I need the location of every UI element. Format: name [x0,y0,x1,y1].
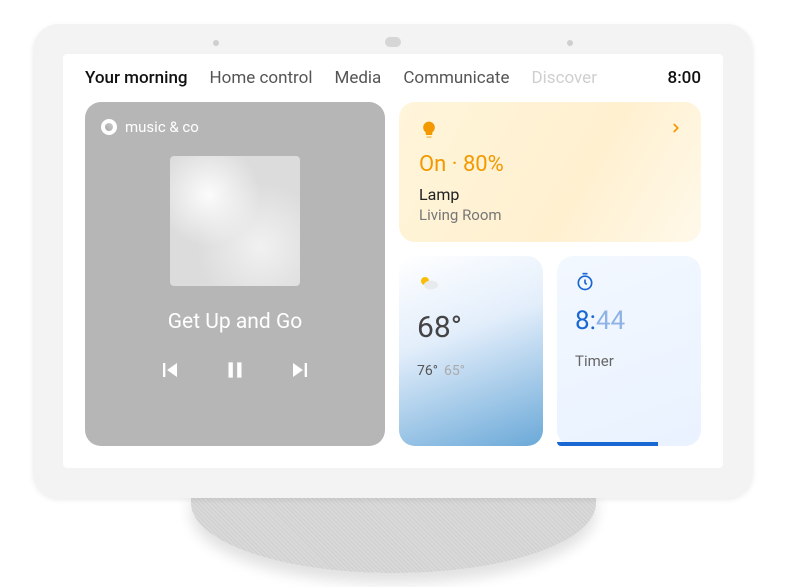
tab-communicate[interactable]: Communicate [403,68,509,88]
partly-cloudy-icon [417,272,441,296]
light-card[interactable]: On · 80% Lamp Living Room [399,102,701,242]
timer-icon [575,272,595,292]
tab-home-control[interactable]: Home control [210,68,313,88]
timer-time-seconds: 44 [596,306,625,336]
weather-high: 76° [417,363,438,379]
tab-media[interactable]: Media [334,68,381,88]
sensor-dot [567,40,573,46]
previous-track-icon[interactable] [156,356,184,388]
screen: Your morning Home control Media Communic… [63,54,723,468]
music-source-icon [101,119,117,135]
weather-card[interactable]: 68° 76° 65° [399,256,543,446]
chevron-right-icon[interactable] [669,120,683,139]
tab-discover[interactable]: Discover [532,68,597,88]
track-title: Get Up and Go [168,310,303,334]
light-name: Lamp [419,185,681,204]
next-track-icon[interactable] [286,356,314,388]
player-controls [156,356,314,388]
lightbulb-icon [419,120,439,140]
tab-your-morning[interactable]: Your morning [85,68,188,88]
camera-sensor [385,37,401,47]
album-art [170,156,300,286]
sensor-dot [213,40,219,46]
dashboard-content: music & co Get Up and Go [63,96,723,468]
light-room: Living Room [419,206,681,224]
pause-icon[interactable] [222,357,248,387]
music-card[interactable]: music & co Get Up and Go [85,102,385,446]
clock: 8:00 [668,68,701,88]
timer-label: Timer [575,352,683,370]
light-status: On · 80% [419,152,681,177]
music-source-label: music & co [125,118,199,136]
device-bezel: Your morning Home control Media Communic… [33,24,753,498]
music-source: music & co [101,118,199,136]
timer-time-main: 8: [575,306,596,336]
weather-low: 65° [444,363,465,379]
device-speaker-base [191,488,596,573]
timer-card[interactable]: 8:44 Timer [557,256,701,446]
top-nav: Your morning Home control Media Communic… [63,54,723,96]
weather-high-low: 76° 65° [417,363,525,379]
smart-display-device: Your morning Home control Media Communic… [33,24,753,573]
weather-temp: 68° [417,310,525,345]
timer-progress-bar [557,442,658,446]
timer-time: 8:44 [575,306,683,336]
